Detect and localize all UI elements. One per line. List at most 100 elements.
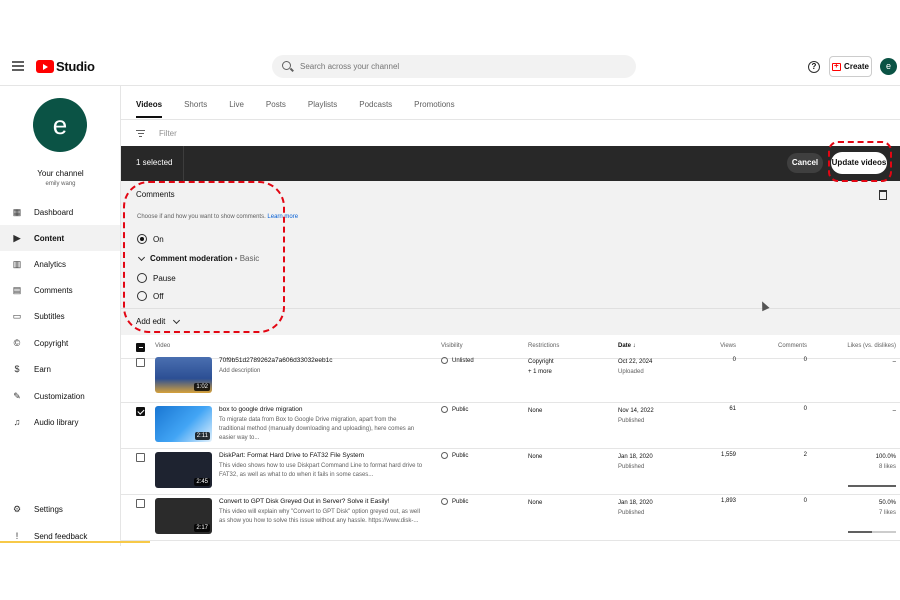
tab-posts[interactable]: Posts	[266, 96, 286, 118]
col-restrictions: Restrictions	[528, 343, 560, 349]
visibility-cell[interactable]: Public	[441, 406, 468, 413]
visibility-cell[interactable]: Public	[441, 452, 468, 459]
sidebar-item-label: Analytics	[34, 259, 67, 269]
content-tabs: Videos Shorts Live Posts Playlists Podcasts Pr…	[136, 96, 477, 118]
selected-count: 1 selected	[136, 158, 173, 167]
video-title[interactable]: DiskPart: Format Hard Drive to FAT32 Fil…	[219, 452, 429, 459]
row-checkbox[interactable]	[136, 453, 145, 462]
update-videos-button[interactable]: Update videos	[831, 152, 887, 174]
sidebar-item-settings[interactable]: ⚙ Settings	[0, 496, 120, 522]
video-duration: 2:11	[194, 432, 210, 440]
tab-podcasts[interactable]: Podcasts	[359, 96, 392, 118]
radio-pause[interactable]: Pause	[137, 273, 176, 283]
sidebar-item-label: Customization	[34, 391, 85, 401]
sidebar-item-label: Content	[34, 233, 65, 243]
tab-live[interactable]: Live	[229, 96, 244, 118]
sidebar-item-content[interactable]: ▶ Content	[0, 225, 120, 251]
filter-row[interactable]: Filter	[121, 120, 900, 146]
create-button[interactable]: Create	[829, 56, 872, 77]
visibility-cell[interactable]: Unlisted	[441, 357, 474, 364]
account-avatar[interactable]: e	[880, 58, 897, 75]
restriction-primary: None	[528, 408, 543, 414]
date-status: Uploaded	[618, 369, 644, 375]
date-value: Nov 14, 2022	[618, 408, 654, 414]
visibility-value: Public	[452, 452, 469, 459]
sidebar-item-copyright[interactable]: © Copyright	[0, 330, 120, 356]
sidebar-item-dashboard[interactable]: ▦ Dashboard	[0, 199, 120, 225]
search-bar[interactable]	[272, 55, 636, 78]
col-visibility: Visibility	[441, 343, 463, 349]
sidebar-item-earn[interactable]: $ Earn	[0, 356, 120, 382]
trash-icon[interactable]	[879, 190, 887, 200]
col-video: Video	[155, 343, 171, 349]
date-cell: Jan 18, 2020 Published	[618, 452, 653, 472]
comments-value: 2	[803, 452, 807, 458]
studio-logo[interactable]: Studio	[36, 59, 95, 74]
comments-help-text: Choose if and how you want to show comme…	[137, 214, 298, 220]
tab-playlists[interactable]: Playlists	[308, 96, 337, 118]
audio-library-icon: ♫	[13, 417, 21, 427]
logo-text: Studio	[56, 59, 95, 74]
row-checkbox[interactable]	[136, 407, 145, 416]
col-date[interactable]: Date ↓	[618, 343, 636, 349]
comments-value: 0	[803, 357, 807, 363]
learn-more-link[interactable]: Learn more	[267, 214, 298, 220]
tab-promotions[interactable]: Promotions	[414, 96, 454, 118]
row-checkbox[interactable]	[136, 499, 145, 508]
video-description: This video shows how to use Diskpart Com…	[219, 463, 423, 478]
radio-off-icon[interactable]	[137, 291, 147, 301]
filter-label[interactable]: Filter	[159, 129, 177, 138]
video-duration: 1:02	[194, 383, 210, 391]
radio-on[interactable]: On	[137, 234, 164, 244]
add-edit-label: Add edit	[136, 317, 166, 326]
sidebar-item-comments[interactable]: ▤ Comments	[0, 277, 120, 303]
sidebar-item-subtitles[interactable]: ▭ Subtitles	[0, 303, 120, 329]
table-row[interactable]: 1:02 70f9b51d2789262a7a606d33032eeb1c Add …	[121, 357, 900, 403]
likes-ratio-bar	[848, 485, 896, 487]
table-row[interactable]: 2:11 box to google drive migration To migr…	[121, 403, 900, 449]
table-row[interactable]: 2:17 Convert to GPT Disk Greyed Out in Se…	[121, 495, 900, 541]
search-input[interactable]	[300, 62, 600, 71]
video-thumbnail[interactable]: 2:45	[155, 452, 212, 488]
help-text: Choose if and how you want to show comme…	[137, 214, 266, 220]
menu-icon[interactable]	[12, 61, 24, 71]
sidebar-item-analytics[interactable]: ▥ Analytics	[0, 251, 120, 277]
radio-off[interactable]: Off	[137, 291, 164, 301]
radio-pause-icon[interactable]	[137, 273, 147, 283]
help-icon[interactable]: ?	[808, 61, 820, 73]
video-thumbnail[interactable]: 2:17	[155, 498, 212, 534]
sidebar-item-label: Copyright	[34, 338, 69, 348]
video-title[interactable]: box to google drive migration	[219, 406, 429, 413]
visibility-cell[interactable]: Public	[441, 498, 468, 505]
video-description: This video will explain why "Convert to …	[219, 509, 420, 524]
likes-cell: 50.0% 7 likes	[879, 498, 896, 518]
subtitles-icon: ▭	[12, 311, 22, 321]
likes-cell: –	[893, 357, 896, 367]
chevron-down-icon	[173, 316, 181, 324]
sidebar-item-audio-library[interactable]: ♫ Audio library	[0, 409, 120, 435]
cancel-button[interactable]: Cancel	[787, 153, 823, 173]
video-title[interactable]: 70f9b51d2789262a7a606d33032eeb1c	[219, 357, 429, 364]
comments-icon: ▤	[12, 285, 22, 295]
bulk-edit-panel: Comments Choose if and how you want to s…	[121, 181, 900, 335]
sidebar-item-send-feedback[interactable]: ! Send feedback	[0, 523, 120, 549]
add-edit-button[interactable]: Add edit	[136, 316, 181, 326]
comment-moderation-toggle[interactable]: Comment moderation • Basic	[137, 253, 259, 263]
channel-avatar[interactable]: e	[33, 98, 87, 152]
row-checkbox[interactable]	[136, 358, 145, 367]
sidebar-item-customization[interactable]: ✎ Customization	[0, 383, 120, 409]
video-title[interactable]: Convert to GPT Disk Greyed Out in Server…	[219, 498, 429, 505]
restrictions-cell: None	[528, 498, 542, 508]
table-row[interactable]: 2:45 DiskPart: Format Hard Drive to FAT32…	[121, 449, 900, 495]
video-thumbnail[interactable]: 1:02	[155, 357, 212, 393]
dashboard-icon: ▦	[12, 207, 22, 217]
date-value: Jan 18, 2020	[618, 500, 653, 506]
likes-ratio-fill	[848, 531, 872, 533]
radio-on-icon[interactable]	[137, 234, 147, 244]
visibility-icon	[441, 452, 448, 459]
tab-shorts[interactable]: Shorts	[184, 96, 207, 118]
select-all-checkbox[interactable]	[136, 343, 145, 352]
tab-videos[interactable]: Videos	[136, 96, 163, 118]
video-thumbnail[interactable]: 2:11	[155, 406, 212, 442]
visibility-value: Public	[452, 498, 469, 505]
